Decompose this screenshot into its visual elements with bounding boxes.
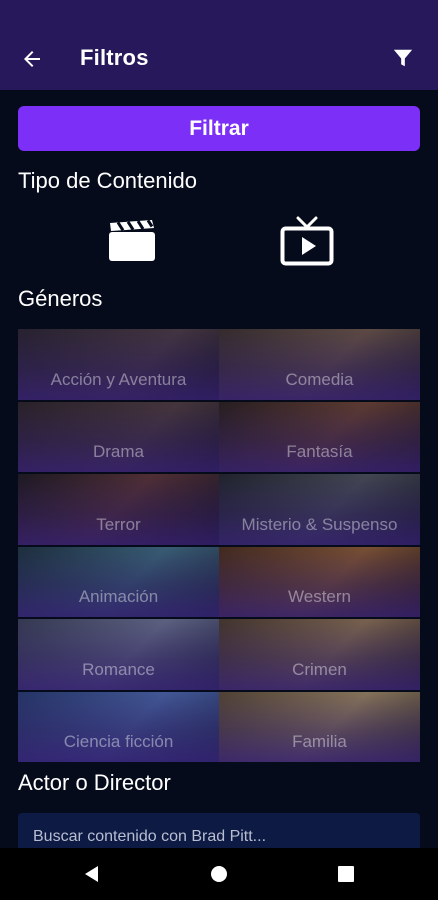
- genre-tile-ciencia-ficcion[interactable]: Ciencia ficción: [18, 691, 219, 762]
- genre-label: Acción y Aventura: [50, 369, 187, 389]
- actor-director-title: Actor o Director: [18, 770, 171, 795]
- page-title: Filtros: [80, 45, 149, 70]
- nav-back-icon[interactable]: [82, 864, 102, 884]
- nav-recents-icon[interactable]: [336, 864, 356, 884]
- genre-tile-accion-aventura[interactable]: Acción y Aventura: [18, 329, 219, 400]
- arrow-back-icon[interactable]: [20, 47, 44, 71]
- genre-label: Terror: [96, 514, 141, 534]
- genres-title: Géneros: [18, 286, 103, 311]
- genre-label: Comedia: [285, 369, 354, 389]
- system-nav-bar: [0, 848, 438, 900]
- genre-tile-terror[interactable]: Terror: [18, 474, 219, 545]
- nav-home-icon[interactable]: [209, 864, 229, 884]
- genre-tile-drama[interactable]: Drama: [18, 401, 219, 472]
- genre-grid: Acción y Aventura Comedia Drama Fantasía…: [18, 329, 420, 762]
- genre-label: Fantasía: [286, 442, 353, 461]
- movie-clapper-icon[interactable]: [108, 220, 156, 262]
- genre-tile-crimen[interactable]: Crimen: [219, 619, 420, 690]
- filtrar-button[interactable]: Filtrar: [18, 106, 420, 151]
- genre-tile-animacion[interactable]: Animación: [18, 546, 219, 617]
- genre-tile-romance[interactable]: Romance: [18, 619, 219, 690]
- genre-tile-familia[interactable]: Familia: [219, 691, 420, 762]
- genre-tile-western[interactable]: Western: [219, 546, 420, 617]
- content-type-title: Tipo de Contenido: [18, 168, 197, 193]
- genre-label: Animación: [78, 587, 159, 606]
- genre-label: Western: [288, 587, 351, 606]
- tv-icon[interactable]: [280, 216, 334, 266]
- funnel-filter-icon[interactable]: [392, 47, 414, 69]
- genre-label: Familia: [292, 732, 347, 751]
- app-bar: Filtros: [0, 0, 438, 90]
- genre-tile-misterio-suspenso[interactable]: Misterio & Suspenso: [219, 474, 420, 545]
- genre-label: Crimen: [292, 659, 347, 679]
- actor-search-input[interactable]: [31, 827, 405, 847]
- genre-label: Romance: [82, 659, 155, 679]
- genre-tile-comedia[interactable]: Comedia: [219, 329, 420, 400]
- genre-tile-fantasia[interactable]: Fantasía: [219, 401, 420, 472]
- genre-label: Drama: [92, 442, 144, 461]
- genre-label: Misterio & Suspenso: [241, 514, 398, 534]
- genre-label: Ciencia ficción: [63, 732, 174, 751]
